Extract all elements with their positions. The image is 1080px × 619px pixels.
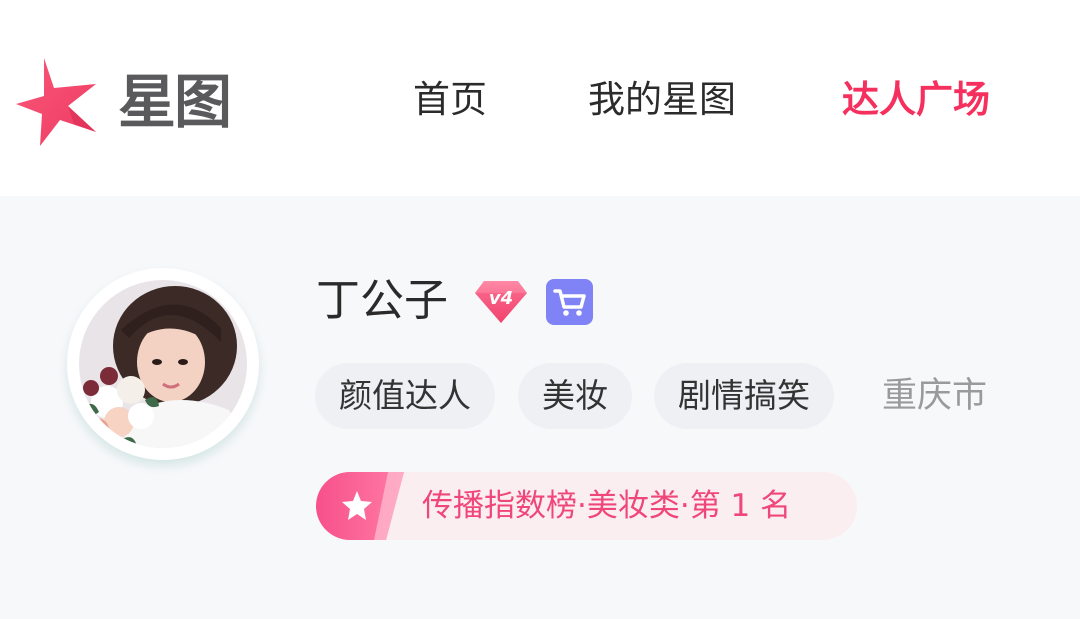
profile-name: 丁公子 bbox=[316, 275, 448, 326]
level-badge-text: v4 bbox=[488, 288, 514, 309]
top-header: 星图 首页 我的星图 达人广场 bbox=[0, 0, 1080, 196]
logo[interactable]: 星图 bbox=[14, 54, 232, 148]
avatar-ring bbox=[67, 268, 259, 460]
ranking-text: 传播指数榜·美妆类·第 1 名 bbox=[422, 488, 792, 524]
nav-my-xingtu[interactable]: 我的星图 bbox=[588, 70, 736, 130]
tag-drama-comedy[interactable]: 剧情搞笑 bbox=[654, 363, 834, 429]
nav-talent-square[interactable]: 达人广场 bbox=[842, 70, 990, 130]
tag-appearance-talent[interactable]: 颜值达人 bbox=[315, 363, 495, 429]
diamond-level-icon[interactable]: v4 bbox=[474, 279, 528, 325]
logo-text: 星图 bbox=[118, 68, 232, 136]
nav-home[interactable]: 首页 bbox=[413, 70, 487, 130]
city-label: 重庆市 bbox=[882, 376, 988, 416]
cart-glyph bbox=[553, 289, 586, 316]
ranking-badge[interactable]: 传播指数榜·美妆类·第 1 名 bbox=[316, 472, 857, 540]
tag-makeup[interactable]: 美妆 bbox=[518, 363, 632, 429]
star-logo-icon bbox=[16, 58, 96, 146]
shopping-cart-icon[interactable] bbox=[546, 279, 593, 325]
avatar-photo bbox=[79, 280, 247, 448]
star-icon bbox=[316, 472, 404, 540]
avatar[interactable] bbox=[79, 280, 247, 448]
